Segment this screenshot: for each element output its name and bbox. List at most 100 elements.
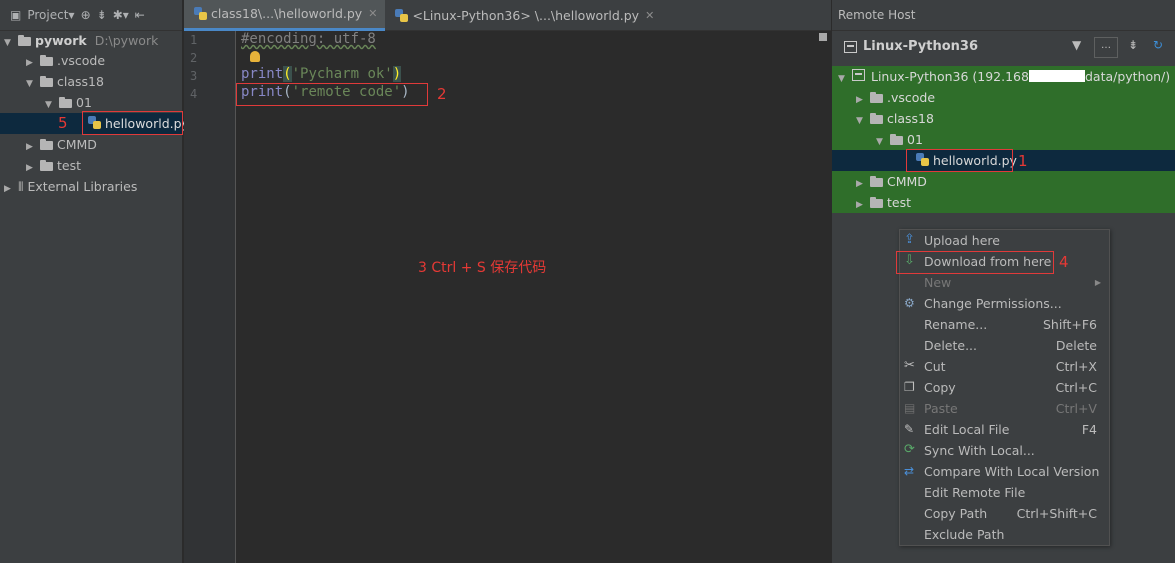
upload-icon: ⇪: [904, 232, 915, 247]
host-selector[interactable]: Linux-Python36: [832, 31, 1175, 62]
tree-item-test[interactable]: ▶ test: [26, 155, 81, 176]
lightbulb-icon[interactable]: [250, 51, 260, 62]
tree-item-label: External Libraries: [27, 179, 138, 194]
remote-tree-item-cmmd[interactable]: ▶ CMMD: [832, 171, 1175, 192]
menu-item-cut[interactable]: ✂ Cut Ctrl+X: [900, 356, 1109, 377]
scroll-marker[interactable]: [819, 33, 827, 41]
menu-label: Copy: [924, 380, 956, 395]
scissors-icon: ✂: [904, 358, 915, 373]
collapse-all-icon[interactable]: ⇟: [1128, 38, 1138, 52]
folder-icon: [870, 197, 883, 208]
menu-item-new[interactable]: New ▶: [900, 272, 1109, 293]
project-view-selector[interactable]: Project: [27, 8, 68, 22]
host-browse-button[interactable]: …: [1094, 37, 1118, 58]
menu-label: Change Permissions...: [924, 296, 1062, 311]
menu-shortcut: F4: [1081, 422, 1097, 437]
menu-item-copy[interactable]: ❐ Copy Ctrl+C: [900, 377, 1109, 398]
code-line-1[interactable]: #encoding: utf-8: [241, 31, 376, 47]
menu-shortcut: Ctrl+X: [1055, 359, 1097, 374]
collapse-arrow-icon[interactable]: ▶: [4, 179, 14, 200]
line-number: 2: [190, 51, 198, 65]
dropdown-arrow-icon[interactable]: ▼: [68, 11, 74, 20]
tree-item-label: .vscode: [57, 53, 106, 68]
menu-item-upload-here[interactable]: ⇪ Upload here: [900, 230, 1109, 251]
menu-item-delete[interactable]: Delete... Delete: [900, 335, 1109, 356]
tab-label: class18\...\helloworld.py: [211, 6, 363, 21]
menu-item-exclude-path[interactable]: Exclude Path: [900, 524, 1109, 545]
folder-icon: [59, 97, 72, 108]
settings-gear-icon[interactable]: ✱▾: [113, 8, 129, 22]
hide-panel-icon[interactable]: ⇤: [135, 8, 145, 22]
edit-icon: ✎: [904, 422, 915, 436]
server-icon: [852, 69, 865, 81]
menu-item-sync-with-local[interactable]: ⟳ Sync With Local...: [900, 440, 1109, 461]
menu-shortcut: Shift+F6: [1042, 317, 1097, 332]
menu-label: New: [924, 275, 952, 290]
menu-label: Exclude Path: [924, 527, 1005, 542]
remote-tree-item-test[interactable]: ▶ test: [832, 192, 1175, 213]
panel-title: Remote Host: [832, 0, 1175, 31]
remote-tree-root[interactable]: ▼ Linux-Python36 (192.168 data/python/): [832, 66, 1175, 87]
paste-icon: ▤: [904, 401, 916, 415]
line-number: 4: [190, 87, 198, 101]
collapse-all-icon[interactable]: ⇟: [97, 8, 107, 22]
scroll-from-source-icon[interactable]: ⊕: [81, 8, 91, 22]
python-file-icon: [395, 8, 409, 23]
folder-icon: [870, 92, 883, 103]
annotation-2: 2: [437, 85, 447, 103]
tree-item-external-libraries[interactable]: ▶ ⦀ External Libraries: [4, 176, 137, 197]
menu-item-rename[interactable]: Rename... Shift+F6: [900, 314, 1109, 335]
expand-arrow-icon[interactable]: ▼: [26, 74, 36, 95]
host-name: Linux-Python36: [863, 39, 979, 54]
menu-shortcut: Ctrl+Shift+C: [1016, 506, 1097, 521]
menu-item-change-permissions[interactable]: ⚙ Change Permissions...: [900, 293, 1109, 314]
tree-item-class18[interactable]: ▼ class18: [26, 71, 104, 92]
tree-item-label: 01: [76, 95, 92, 110]
code-string: 'Pycharm ok': [291, 66, 393, 82]
tree-item-label: pywork: [35, 33, 87, 48]
menu-item-compare-with-local[interactable]: ⇄ Compare With Local Version: [900, 461, 1109, 482]
tree-item-path: D:\pywork: [94, 33, 159, 48]
tab-remote-helloworld[interactable]: <Linux-Python36> \...\helloworld.py ✕: [385, 0, 662, 31]
instruction-3: 3 Ctrl + S 保存代码: [418, 260, 547, 276]
menu-item-paste[interactable]: ▤ Paste Ctrl+V: [900, 398, 1109, 419]
remote-tree-item-class18[interactable]: ▼ class18: [832, 108, 1175, 129]
folder-icon: [870, 113, 883, 124]
tree-item-vscode[interactable]: ▶ .vscode: [26, 50, 105, 71]
line-number: 1: [190, 33, 198, 47]
annotation-4: 4: [1059, 253, 1069, 271]
tab-local-helloworld[interactable]: class18\...\helloworld.py ✕: [184, 0, 386, 31]
tree-item-label: 01: [907, 132, 923, 147]
menu-label: Edit Remote File: [924, 485, 1026, 500]
remote-tree-item-vscode[interactable]: ▶ .vscode: [832, 87, 1175, 108]
menu-item-edit-remote-file[interactable]: Edit Remote File: [900, 482, 1109, 503]
highlight-box-5: [82, 111, 183, 135]
expand-arrow-icon[interactable]: ▼: [4, 33, 14, 54]
highlight-box-4: [896, 251, 1054, 274]
menu-shortcut: Ctrl+V: [1055, 401, 1097, 416]
close-tab-icon[interactable]: ✕: [645, 0, 654, 31]
code-line-3[interactable]: print('Pycharm ok'): [241, 66, 402, 82]
collapse-arrow-icon[interactable]: ▶: [856, 195, 866, 216]
tree-item-label: test: [57, 158, 82, 173]
tree-item-cmmd[interactable]: ▶ CMMD: [26, 134, 97, 155]
tree-item-label: test: [887, 195, 912, 210]
menu-label: Edit Local File: [924, 422, 1010, 437]
server-icon: [844, 40, 857, 53]
code-comment: #encoding: utf-8: [241, 31, 376, 47]
project-toolbar: ▣ Project ▼ ⊕ ⇟ ✱▾ ⇤: [0, 0, 182, 31]
menu-item-copy-path[interactable]: Copy Path Ctrl+Shift+C: [900, 503, 1109, 524]
close-tab-icon[interactable]: ✕: [368, 0, 377, 28]
menu-item-edit-local-file[interactable]: ✎ Edit Local File F4: [900, 419, 1109, 440]
tree-item-01[interactable]: ▼ 01: [45, 92, 92, 113]
compare-icon: ⇄: [904, 464, 915, 478]
host-dropdown-icon[interactable]: ▼: [1072, 38, 1081, 52]
tree-item-content: ▶ test: [856, 192, 911, 216]
folder-icon: [890, 134, 903, 145]
tree-item-pywork[interactable]: ▼ pywork D:\pywork: [4, 30, 158, 51]
project-view-icon[interactable]: ▣: [10, 8, 21, 22]
highlight-box-1: [906, 149, 1013, 172]
refresh-icon[interactable]: ↻: [1153, 38, 1163, 52]
editor-area: class18\...\helloworld.py ✕ <Linux-Pytho…: [184, 0, 831, 563]
remote-tree-item-01[interactable]: ▼ 01: [832, 129, 1175, 150]
